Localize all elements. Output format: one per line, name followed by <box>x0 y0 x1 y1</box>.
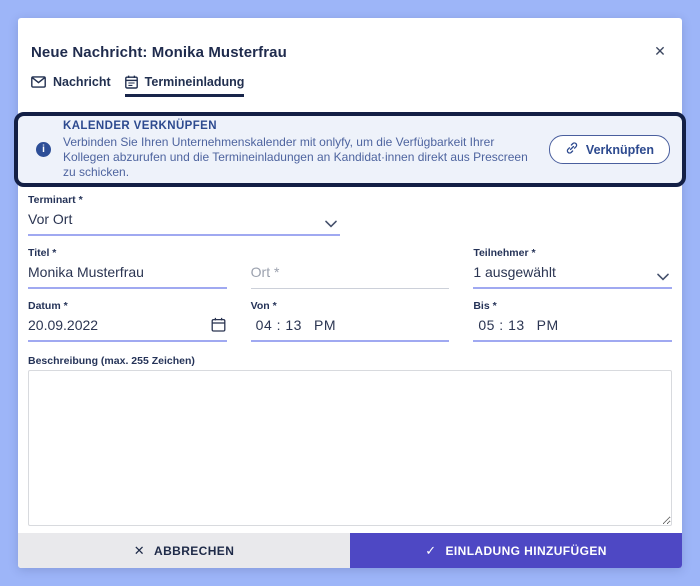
teilnehmer-select[interactable]: Teilnehmer * 1 ausgewählt <box>473 247 672 289</box>
bis-time-value[interactable]: 05 : 13 <box>473 317 524 333</box>
ort-label-spacer <box>251 247 450 260</box>
von-meridiem[interactable]: PM <box>314 317 336 333</box>
bis-field[interactable]: Bis * 05 : 13 PM <box>473 300 672 342</box>
beschreibung-textarea[interactable] <box>28 370 672 526</box>
calendar-icon <box>124 75 138 89</box>
dialog-footer: ✕ ABBRECHEN ✓ EINLADUNG HINZUFÜGEN <box>18 533 682 568</box>
titel-field[interactable]: Titel * <box>28 247 227 289</box>
terminart-value: Vor Ort <box>28 211 73 227</box>
new-message-dialog: Neue Nachricht: Monika Musterfrau ✕ Nach… <box>14 18 686 568</box>
tab-nachricht-label: Nachricht <box>53 75 111 89</box>
verknuepfen-button[interactable]: Verknüpfen <box>548 135 670 164</box>
chevron-down-icon <box>657 268 669 284</box>
tab-nachricht[interactable]: Nachricht <box>31 75 111 97</box>
info-icon: i <box>36 142 51 157</box>
close-icon[interactable]: ✕ <box>649 40 671 62</box>
tab-termineinladung[interactable]: Termineinladung <box>124 75 245 97</box>
bis-meridiem[interactable]: PM <box>537 317 559 333</box>
link-icon <box>565 141 579 158</box>
dialog-title: Neue Nachricht: Monika Musterfrau <box>31 44 287 61</box>
von-field[interactable]: Von * 04 : 13 PM <box>250 300 450 342</box>
datum-label: Datum * <box>28 300 68 312</box>
appointment-form: Terminart * Vor Ort Titel * Monika Muste… <box>28 194 672 531</box>
datum-value: 20.09.2022 <box>28 317 99 333</box>
terminart-label: Terminart * <box>28 194 83 206</box>
chevron-down-icon <box>325 215 337 231</box>
beschreibung-label: Beschreibung (max. 255 Zeichen) <box>28 355 195 367</box>
calendar-connect-banner-highlight: i KALENDER VERKNÜPFEN Verbinden Sie Ihre… <box>14 112 686 187</box>
einladung-hinzufuegen-button[interactable]: ✓ EINLADUNG HINZUFÜGEN <box>350 533 682 568</box>
teilnehmer-value: 1 ausgewählt <box>473 264 556 280</box>
ort-input[interactable] <box>250 264 450 280</box>
datum-field[interactable]: Datum * 20.09.2022 <box>28 300 227 342</box>
banner-heading: KALENDER VERKNÜPFEN <box>63 119 217 132</box>
verknuepfen-label: Verknüpfen <box>585 142 654 157</box>
einladung-hinzufuegen-label: EINLADUNG HINZUFÜGEN <box>445 543 607 558</box>
tab-bar: Nachricht Termineinladung <box>31 75 245 97</box>
abbrechen-label: ABBRECHEN <box>154 543 235 558</box>
banner-text: KALENDER VERKNÜPFEN Verbinden Sie Ihren … <box>63 120 531 180</box>
banner-body: Verbinden Sie Ihren Unternehmenskalender… <box>63 134 528 179</box>
tab-termineinladung-label: Termineinladung <box>144 75 245 89</box>
envelope-icon <box>31 76 46 88</box>
von-time-value[interactable]: 04 : 13 <box>251 317 302 333</box>
check-icon: ✓ <box>425 542 437 558</box>
terminart-select[interactable]: Terminart * Vor Ort <box>28 194 340 236</box>
calendar-icon[interactable] <box>211 317 226 335</box>
x-icon: ✕ <box>133 542 145 558</box>
von-label: Von * <box>250 300 277 312</box>
titel-input[interactable] <box>28 264 227 280</box>
abbrechen-button[interactable]: ✕ ABBRECHEN <box>18 533 350 568</box>
bis-label: Bis * <box>473 300 497 312</box>
ort-field[interactable] <box>250 247 450 289</box>
titel-label: Titel * <box>28 247 57 259</box>
teilnehmer-label: Teilnehmer * <box>473 247 536 259</box>
